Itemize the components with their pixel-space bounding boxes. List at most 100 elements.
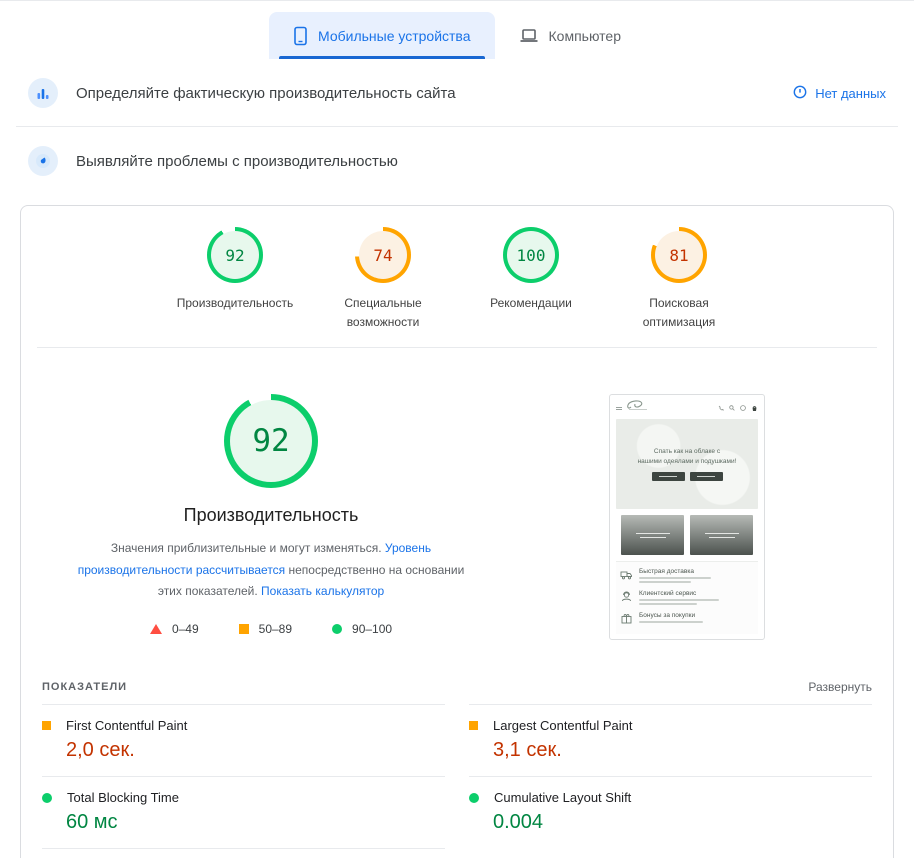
category-tile-2: [690, 515, 753, 555]
metric-tbt-name: Total Blocking Time: [67, 790, 179, 805]
expand-metrics-button[interactable]: Развернуть: [808, 680, 872, 694]
metric-fcp: First Contentful Paint 2,0 сек.: [42, 704, 445, 776]
phone-icon: [718, 405, 724, 411]
metric-lcp-name: Largest Contentful Paint: [493, 718, 632, 733]
pass-circle-icon: [469, 793, 479, 803]
no-data-label: Нет данных: [815, 86, 886, 101]
field-data-section: Определяйте фактическую производительнос…: [0, 59, 914, 126]
no-data-link[interactable]: Нет данных: [793, 85, 886, 102]
average-square-icon: [469, 721, 478, 730]
metric-speed-index: Speed Index 2,6 сек.: [42, 848, 445, 858]
gift-icon: [620, 612, 633, 625]
metrics-column-right: Largest Contentful Paint 3,1 сек. Cumula…: [469, 704, 872, 858]
page-screenshot-thumbnail[interactable]: Спать как на облаке с нашими одеялами и …: [609, 394, 765, 640]
main-performance-score: 92: [230, 400, 312, 482]
metric-tbt: Total Blocking Time 60 мс: [42, 776, 445, 848]
feature-bonus: Бонусы за покупки: [620, 612, 754, 625]
tab-mobile-label: Мобильные устройства: [318, 28, 471, 44]
screenshot-hero-banner: Спать как на облаке с нашими одеялами и …: [616, 419, 758, 509]
lab-data-section: Выявляйте проблемы с производительностью: [0, 127, 914, 194]
metric-fcp-value: 2,0 сек.: [66, 739, 445, 762]
seo-score: 81: [655, 231, 703, 279]
info-icon: [793, 85, 807, 102]
metric-cls-value: 0.004: [493, 811, 872, 834]
tab-desktop[interactable]: Компьютер: [495, 12, 645, 59]
accessibility-label: Специальные возможности: [324, 294, 442, 331]
score-best-practices[interactable]: 100 Рекомендации: [472, 227, 590, 331]
metric-fcp-name: First Contentful Paint: [66, 718, 187, 733]
legend-average-range: 50–89: [259, 622, 292, 636]
best-practices-score: 100: [507, 231, 555, 279]
legend-average: 50–89: [239, 622, 292, 636]
main-performance-gauge: 92: [224, 394, 318, 488]
performance-overview: 92 Производительность Значения приблизит…: [21, 348, 893, 664]
average-square-icon: [239, 624, 249, 634]
screenshot-category-tiles: [616, 515, 758, 555]
legend-pass-range: 90–100: [352, 622, 392, 636]
metrics-grid: First Contentful Paint 2,0 сек. Total Bl…: [21, 704, 893, 858]
tab-mobile[interactable]: Мобильные устройства: [269, 12, 495, 59]
metric-tbt-value: 60 мс: [66, 811, 445, 834]
performance-gauge: 92: [207, 227, 263, 283]
hero-button-2: [690, 472, 723, 481]
score-performance[interactable]: 92 Производительность: [176, 227, 294, 331]
seo-label: Поисковая оптимизация: [620, 294, 738, 331]
hero-buttons: [652, 472, 723, 481]
feature-delivery-title: Быстрая доставка: [639, 568, 711, 575]
metrics-section-title: ПОКАЗАТЕЛИ: [42, 681, 127, 693]
best-practices-gauge: 100: [503, 227, 559, 283]
support-headset-icon: [620, 590, 633, 603]
screenshot-panel: Спать как на облаке с нашими одеялами и …: [501, 394, 873, 640]
best-practices-label: Рекомендации: [472, 294, 590, 313]
screenshot-features: Быстрая доставка Клиентский сервис: [616, 561, 758, 634]
bar-chart-icon: [28, 78, 58, 108]
metric-lcp-value: 3,1 сек.: [493, 739, 872, 762]
feature-delivery: Быстрая доставка: [620, 568, 754, 583]
feature-service: Клиентский сервис: [620, 590, 754, 605]
category-scores: 92 Производительность 74 Специальные воз…: [21, 206, 893, 345]
screenshot-site-header: [616, 400, 758, 416]
site-logo: [625, 399, 663, 417]
legend-fail-range: 0–49: [172, 622, 199, 636]
performance-label: Производительность: [176, 294, 294, 313]
category-tile-1: [621, 515, 684, 555]
search-icon: [729, 405, 735, 411]
feature-service-title: Клиентский сервис: [639, 590, 719, 597]
description-text-1: Значения приблизительные и могут изменят…: [111, 541, 385, 555]
metrics-column-left: First Contentful Paint 2,0 сек. Total Bl…: [42, 704, 445, 858]
cart-icon: [751, 405, 758, 412]
lab-drop-icon: [28, 146, 58, 176]
lab-data-title: Выявляйте проблемы с производительностью: [76, 153, 398, 170]
fail-triangle-icon: [150, 624, 162, 634]
performance-score: 92: [211, 231, 259, 279]
metric-lcp: Largest Contentful Paint 3,1 сек.: [469, 704, 872, 776]
hero-button-1: [652, 472, 685, 481]
seo-gauge: 81: [651, 227, 707, 283]
legend-pass: 90–100: [332, 622, 392, 636]
score-legend: 0–49 50–89 90–100: [150, 622, 392, 636]
mobile-phone-icon: [293, 26, 308, 46]
tab-desktop-label: Компьютер: [549, 28, 621, 44]
page-top-divider: [0, 0, 914, 1]
field-data-title: Определяйте фактическую производительнос…: [76, 85, 456, 102]
pass-circle-icon: [42, 793, 52, 803]
average-square-icon: [42, 721, 51, 730]
feature-bonus-title: Бонусы за покупки: [639, 612, 703, 619]
lighthouse-report-card: 92 Производительность 74 Специальные воз…: [20, 205, 894, 858]
performance-gauge-panel: 92 Производительность Значения приблизит…: [41, 394, 501, 640]
calculator-link[interactable]: Показать калькулятор: [261, 584, 384, 598]
accessibility-score: 74: [359, 231, 407, 279]
pass-circle-icon: [332, 624, 342, 634]
metrics-header-row: ПОКАЗАТЕЛИ Развернуть: [21, 664, 893, 704]
desktop-laptop-icon: [519, 27, 539, 45]
legend-fail: 0–49: [150, 622, 199, 636]
performance-description: Значения приблизительные и могут изменят…: [75, 538, 467, 603]
account-icon: [740, 405, 746, 411]
score-accessibility[interactable]: 74 Специальные возможности: [324, 227, 442, 331]
metric-cls-name: Cumulative Layout Shift: [494, 790, 631, 805]
hamburger-menu-icon: [616, 407, 622, 410]
site-header-icons: [718, 405, 758, 412]
metric-cls: Cumulative Layout Shift 0.004: [469, 776, 872, 848]
score-seo[interactable]: 81 Поисковая оптимизация: [620, 227, 738, 331]
performance-heading: Производительность: [184, 505, 359, 526]
